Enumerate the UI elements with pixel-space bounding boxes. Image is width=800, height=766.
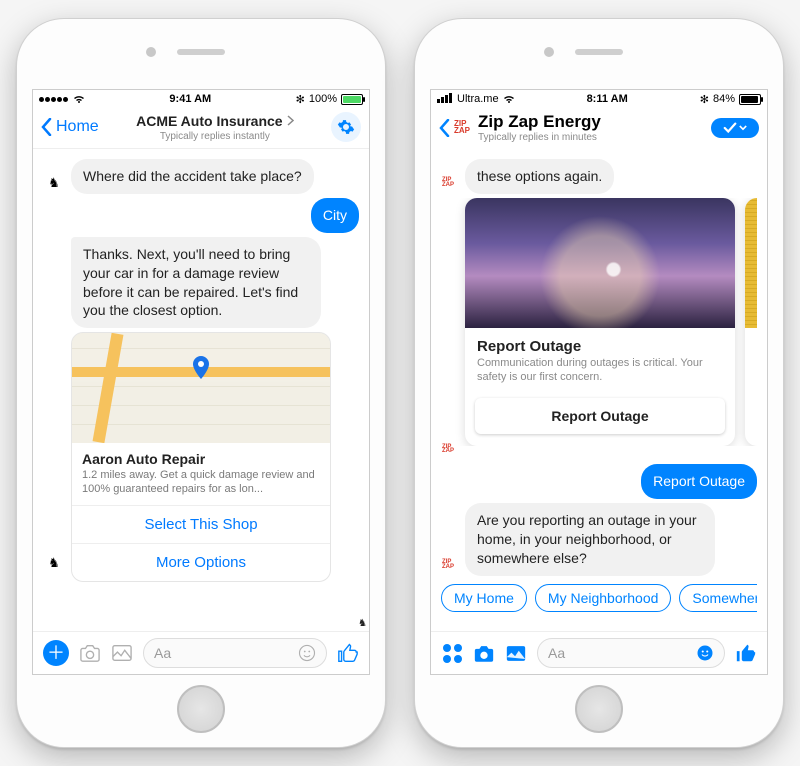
status-bar: 9:41 AM ✻ 100%: [33, 90, 369, 108]
chip-somewhere[interactable]: Somewhere: [679, 584, 757, 612]
seen-indicator: ♞: [358, 618, 367, 629]
bluetooth-icon: ✻: [296, 93, 305, 106]
composer: ＋ Aa: [33, 631, 369, 674]
phone-zipzap: Ultra.me 8:11 AM ✻ 84% ZIP ZAP Zip Zap E…: [414, 18, 784, 748]
settings-button[interactable]: [331, 112, 361, 142]
bot-message: Where did the accident take place?: [71, 159, 314, 194]
cell-signal-icon: [437, 93, 453, 106]
card-image: [745, 198, 757, 328]
card-carousel[interactable]: Report Outage Communication during outag…: [437, 198, 757, 447]
quick-replies: My Home My Neighborhood Somewhere: [437, 580, 757, 612]
input-placeholder: Aa: [548, 645, 565, 661]
card-billing: Billing View and manage your account det…: [745, 198, 757, 447]
message-input[interactable]: Aa: [143, 638, 327, 668]
card-image: [465, 198, 735, 328]
battery-percent: 100%: [309, 93, 337, 105]
wifi-icon: [503, 94, 515, 104]
bot-avatar: ♞: [43, 172, 65, 194]
gallery-button[interactable]: [111, 642, 133, 664]
wifi-icon: [73, 94, 85, 104]
grid-icon: [443, 644, 462, 663]
bot-avatar: ♞: [43, 552, 65, 574]
cell-signal-icon: [39, 93, 69, 105]
gear-icon: [337, 118, 355, 136]
menu-button[interactable]: [441, 642, 463, 664]
bot-avatar: ZIP ZAP: [437, 554, 459, 576]
bot-message: these options again.: [465, 159, 614, 194]
back-button[interactable]: Home: [41, 118, 99, 136]
chat-body[interactable]: ZIP ZAP these options again. Report Outa…: [431, 149, 767, 631]
input-placeholder: Aa: [154, 645, 171, 661]
chat-subtitle: Typically replies in minutes: [478, 132, 601, 143]
chat-title[interactable]: Zip Zap Energy: [478, 112, 601, 132]
shop-card: Aaron Auto Repair 1.2 miles away. Get a …: [71, 332, 331, 582]
card-title: Report Outage: [477, 338, 723, 355]
report-outage-button[interactable]: Report Outage: [475, 398, 725, 434]
back-label: Home: [56, 118, 99, 136]
bluetooth-icon: ✻: [700, 93, 709, 106]
bot-message: Thanks. Next, you'll need to bring your …: [71, 237, 321, 329]
composer: Aa: [431, 631, 767, 674]
emoji-icon[interactable]: [696, 644, 714, 662]
chat-header: Home ACME Auto Insurance Typically repli…: [33, 108, 369, 149]
chevron-down-icon: [739, 125, 747, 131]
user-message: Report Outage: [641, 464, 757, 499]
gallery-button[interactable]: [505, 642, 527, 664]
chevron-left-icon: [41, 118, 52, 136]
like-button[interactable]: [735, 642, 757, 664]
card-title: Aaron Auto Repair: [82, 451, 320, 467]
card-report-outage: Report Outage Communication during outag…: [465, 198, 735, 447]
add-button[interactable]: ＋: [43, 640, 69, 666]
screen: 9:41 AM ✻ 100% Home ACME Auto Insurance …: [32, 89, 370, 675]
camera-button[interactable]: [473, 642, 495, 664]
chevron-left-icon: [439, 119, 450, 137]
battery-percent: 84%: [713, 93, 735, 105]
carrier-label: Ultra.me: [457, 93, 499, 105]
emoji-icon[interactable]: [298, 644, 316, 662]
battery-icon: [341, 94, 363, 105]
status-time: 8:11 AM: [587, 93, 628, 105]
chat-header: ZIP ZAP Zip Zap Energy Typically replies…: [431, 108, 767, 149]
battery-icon: [739, 94, 761, 105]
chat-title-text: ACME Auto Insurance: [136, 113, 283, 129]
bot-avatar: ZIP ZAP: [437, 172, 459, 194]
back-button[interactable]: [439, 119, 450, 137]
home-button[interactable]: [177, 685, 225, 733]
chat-body[interactable]: ♞ Where did the accident take place? Cit…: [33, 149, 369, 631]
card-description: Communication during outages is critical…: [477, 357, 723, 385]
status-bar: Ultra.me 8:11 AM ✻ 84%: [431, 90, 767, 108]
select-shop-button[interactable]: Select This Shop: [72, 505, 330, 543]
screen: Ultra.me 8:11 AM ✻ 84% ZIP ZAP Zip Zap E…: [430, 89, 768, 675]
bot-avatar: ZIP ZAP: [437, 438, 459, 460]
like-button[interactable]: [337, 642, 359, 664]
bot-message: Are you reporting an outage in your home…: [465, 503, 715, 576]
status-time: 9:41 AM: [169, 93, 211, 105]
camera-button[interactable]: [79, 642, 101, 664]
brand-logo: ZIP ZAP: [454, 121, 470, 134]
map-pin-icon: [192, 356, 210, 380]
map-preview[interactable]: [72, 333, 330, 443]
check-icon: [723, 122, 737, 134]
chat-subtitle: Typically replies instantly: [99, 131, 331, 142]
message-input[interactable]: Aa: [537, 638, 725, 668]
phone-acme: 9:41 AM ✻ 100% Home ACME Auto Insurance …: [16, 18, 386, 748]
card-description: 1.2 miles away. Get a quick damage revie…: [82, 469, 320, 497]
chat-title[interactable]: ACME Auto Insurance: [136, 113, 294, 129]
chip-my-neighborhood[interactable]: My Neighborhood: [535, 584, 672, 612]
chevron-right-icon: [287, 115, 294, 126]
chip-my-home[interactable]: My Home: [441, 584, 527, 612]
user-message: City: [311, 198, 359, 233]
home-button[interactable]: [575, 685, 623, 733]
manage-button[interactable]: [711, 118, 759, 138]
